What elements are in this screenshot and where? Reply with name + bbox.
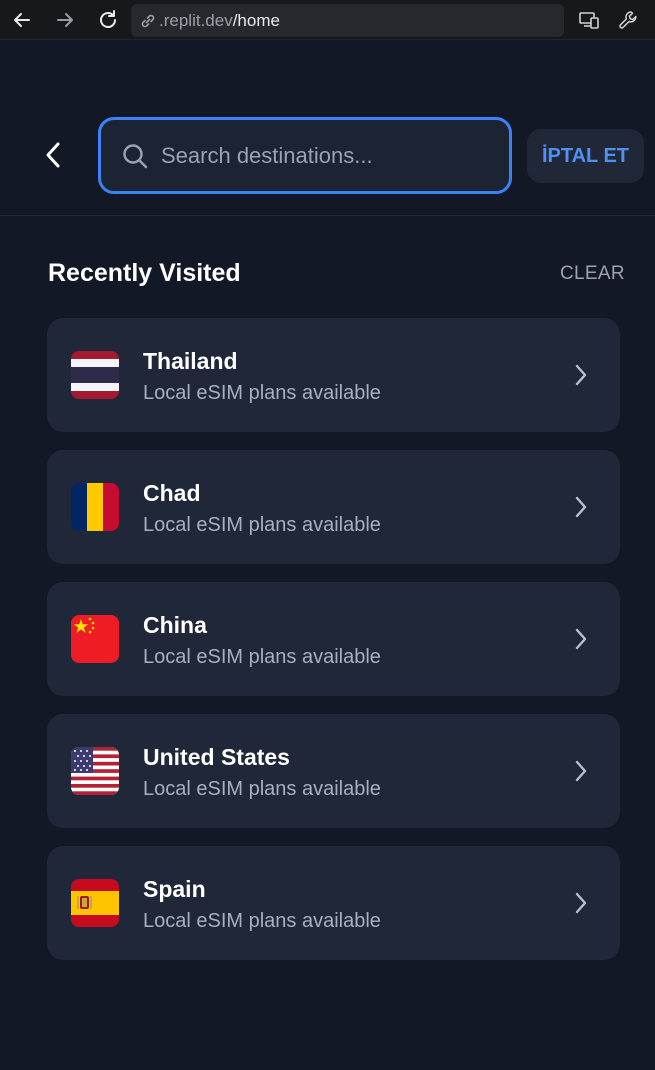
chevron-right-icon <box>571 626 591 652</box>
destination-subtitle: Local eSIM plans available <box>143 514 381 536</box>
arrow-left-icon <box>14 13 30 27</box>
browser-reload-button[interactable] <box>94 6 122 34</box>
destination-name: United States <box>143 744 290 770</box>
url-host: .replit.dev <box>159 10 233 30</box>
destination-subtitle: Local eSIM plans available <box>143 910 381 932</box>
link-icon <box>141 14 155 27</box>
cancel-button[interactable]: İPTAL ET <box>527 129 644 183</box>
browser-toolbar: .replit.dev/home <box>0 0 655 40</box>
chad-flag-icon <box>71 483 119 531</box>
destination-card-spain[interactable]: Spain Local eSIM plans available <box>47 846 620 960</box>
arrow-right-icon <box>57 13 73 27</box>
chevron-right-icon <box>571 890 591 916</box>
destination-subtitle: Local eSIM plans available <box>143 646 381 668</box>
reload-icon <box>100 10 116 28</box>
china-flag-icon <box>71 615 119 663</box>
destination-name: Chad <box>143 480 201 506</box>
spain-flag-icon <box>71 879 119 927</box>
devices-icon <box>579 12 599 29</box>
thailand-flag-icon <box>71 351 119 399</box>
clear-button[interactable]: CLEAR <box>560 263 625 285</box>
section-title: Recently Visited <box>48 259 241 287</box>
wrench-icon <box>619 11 637 29</box>
destination-card-chad[interactable]: Chad Local eSIM plans available <box>47 450 620 564</box>
chevron-right-icon <box>571 494 591 520</box>
destination-card-united-states[interactable]: United States Local eSIM plans available <box>47 714 620 828</box>
destination-name: Thailand <box>143 348 238 374</box>
search-icon <box>123 143 148 168</box>
recent-destinations-list: Thailand Local eSIM plans available Chad… <box>47 318 620 978</box>
destination-name: China <box>143 612 207 638</box>
url-path: /home <box>232 10 280 30</box>
destination-card-thailand[interactable]: Thailand Local eSIM plans available <box>47 318 620 432</box>
destination-name: Spain <box>143 876 206 902</box>
chevron-right-icon <box>571 758 591 784</box>
back-button[interactable] <box>38 138 68 172</box>
destination-card-china[interactable]: China Local eSIM plans available <box>47 582 620 696</box>
browser-forward-button[interactable] <box>51 6 79 34</box>
us-flag-icon <box>71 747 119 795</box>
browser-back-button[interactable] <box>8 6 36 34</box>
address-bar[interactable]: .replit.dev/home <box>131 4 564 37</box>
tools-button[interactable] <box>614 6 642 34</box>
device-toolbar-button[interactable] <box>575 6 603 34</box>
chevron-right-icon <box>571 362 591 388</box>
destination-subtitle: Local eSIM plans available <box>143 382 381 404</box>
chevron-left-icon <box>46 142 60 168</box>
search-field[interactable] <box>98 117 512 194</box>
search-input[interactable] <box>161 142 481 169</box>
destination-subtitle: Local eSIM plans available <box>143 778 381 800</box>
